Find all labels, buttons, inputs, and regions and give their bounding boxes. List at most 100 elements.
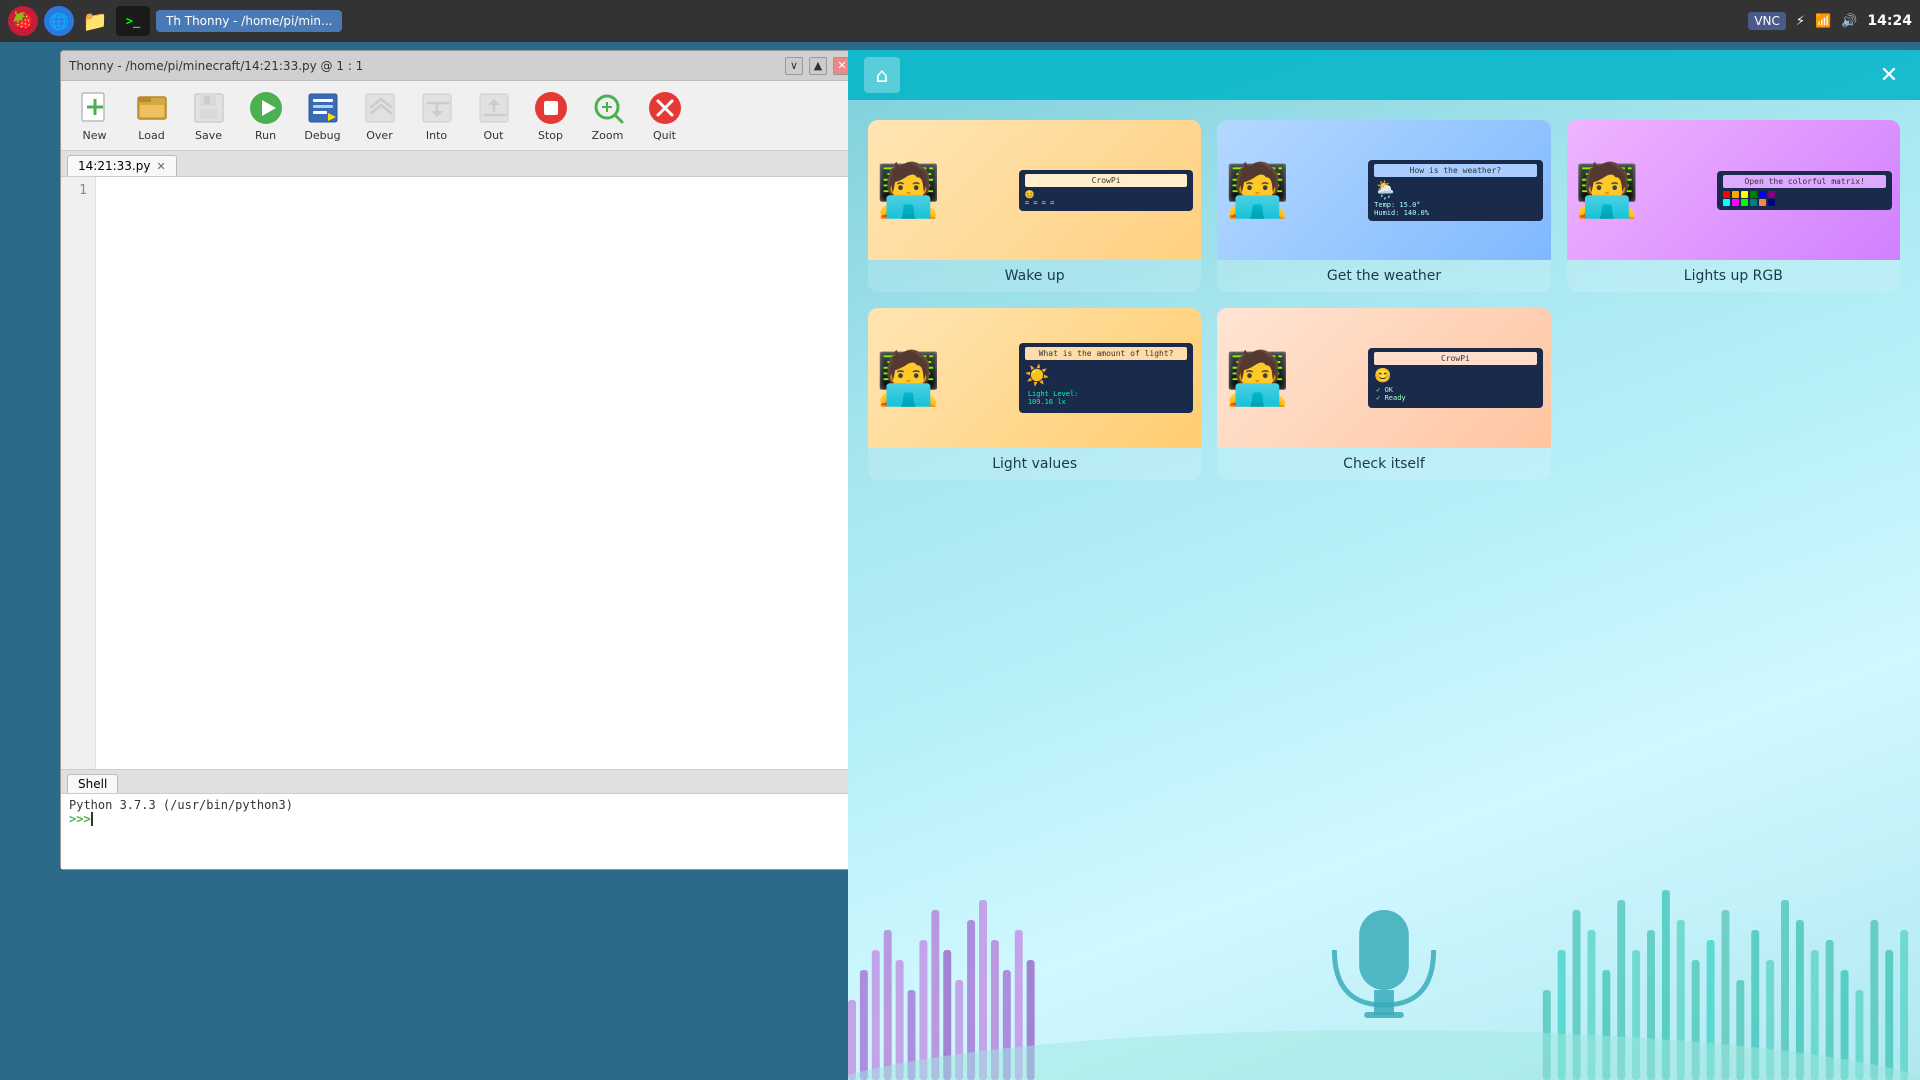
debug-button[interactable]: Debug bbox=[295, 85, 350, 146]
card-check-label: Check itself bbox=[1335, 448, 1433, 480]
card-light-label: Light values bbox=[984, 448, 1085, 480]
weather-char: 🧑‍💻 bbox=[1225, 160, 1290, 221]
stop-button[interactable]: Stop bbox=[523, 85, 578, 146]
quit-label: Quit bbox=[653, 129, 676, 142]
save-button[interactable]: Save bbox=[181, 85, 236, 146]
terminal-symbol: >_ bbox=[126, 14, 140, 28]
into-label: Into bbox=[426, 129, 447, 142]
quit-button[interactable]: Quit bbox=[637, 85, 692, 146]
crowpi-header: ⌂ ✕ bbox=[848, 50, 1920, 100]
rgb-screen: Open the colorful matrix! bbox=[1717, 171, 1892, 210]
close-icon: ✕ bbox=[1880, 63, 1898, 88]
new-button[interactable]: New bbox=[67, 85, 122, 146]
folder-icon[interactable]: 📁 bbox=[80, 6, 110, 36]
shell-cursor: ​ bbox=[91, 812, 93, 826]
tab-bar: 14:21:33.py ✕ bbox=[61, 151, 859, 177]
card-wake-up[interactable]: 🧑‍💻 CrowPi 😊 = = = = Wake up bbox=[868, 120, 1201, 292]
over-button[interactable]: Over bbox=[352, 85, 407, 146]
shell-content[interactable]: Python 3.7.3 (/usr/bin/python3) >>> ​ bbox=[61, 794, 859, 869]
card-weather-image: 🧑‍💻 How is the weather? 🌦️ Temp: 15.0°Hu… bbox=[1217, 120, 1550, 260]
thonny-toolbar: New Load Save bbox=[61, 81, 859, 151]
stop-icon bbox=[532, 89, 570, 127]
card-get-weather[interactable]: 🧑‍💻 How is the weather? 🌦️ Temp: 15.0°Hu… bbox=[1217, 120, 1550, 292]
card-check-itself[interactable]: 🧑‍💻 CrowPi 😊 ✓ OK✓ Ready Check itself bbox=[1217, 308, 1550, 480]
thonny-title: Thonny - /home/pi/minecraft/14:21:33.py … bbox=[69, 59, 363, 73]
thonny-taskbar-label: Th Thonny - /home/pi/min... bbox=[166, 14, 332, 28]
load-button[interactable]: Load bbox=[124, 85, 179, 146]
run-label: Run bbox=[255, 129, 276, 142]
wifi-icon: 📶 bbox=[1815, 14, 1831, 29]
save-label: Save bbox=[195, 129, 222, 142]
thonny-titlebar: Thonny - /home/pi/minecraft/14:21:33.py … bbox=[61, 51, 859, 81]
card-wake-up-image: 🧑‍💻 CrowPi 😊 = = = = bbox=[868, 120, 1201, 260]
line-number-1: 1 bbox=[69, 183, 87, 198]
raspberry-icon[interactable]: 🍓 bbox=[8, 6, 38, 36]
shell-section: Shell Python 3.7.3 (/usr/bin/python3) >>… bbox=[61, 769, 859, 869]
file-tab[interactable]: 14:21:33.py ✕ bbox=[67, 155, 177, 176]
into-icon bbox=[418, 89, 456, 127]
check-char: 🧑‍💻 bbox=[1225, 348, 1290, 409]
load-icon bbox=[133, 89, 171, 127]
card-lights-rgb[interactable]: 🧑‍💻 Open the colorful matrix! bbox=[1567, 120, 1900, 292]
run-icon bbox=[247, 89, 285, 127]
light-screen: What is the amount of light? ☀️ Light Le… bbox=[1019, 343, 1194, 413]
line-numbers: 1 bbox=[61, 177, 96, 769]
shell-prompt: >>> bbox=[69, 812, 91, 826]
over-icon bbox=[361, 89, 399, 127]
shell-tab[interactable]: Shell bbox=[67, 774, 118, 793]
stop-label: Stop bbox=[538, 129, 563, 142]
clock: 14:24 bbox=[1867, 13, 1912, 29]
taskbar: 🍓 🌐 📁 >_ Th Thonny - /home/pi/min... VNC… bbox=[0, 0, 1920, 42]
out-button[interactable]: Out bbox=[466, 85, 521, 146]
taskbar-right-area: VNC ⚡ 📶 🔊 14:24 bbox=[1748, 12, 1912, 30]
tab-label: 14:21:33.py bbox=[78, 159, 150, 173]
vnc-label: VNC bbox=[1748, 12, 1786, 30]
weather-screen: How is the weather? 🌦️ Temp: 15.0°Humid:… bbox=[1368, 160, 1543, 221]
crowpi-home-button[interactable]: ⌂ bbox=[864, 57, 900, 93]
titlebar-collapse-btn[interactable]: ∨ bbox=[785, 57, 803, 75]
bluetooth-icon: ⚡ bbox=[1796, 14, 1805, 29]
wake-up-screen: CrowPi 😊 = = = = bbox=[1019, 170, 1194, 211]
shell-tab-bar: Shell bbox=[61, 770, 859, 794]
editor-area[interactable]: 1 bbox=[61, 177, 859, 769]
light-char: 🧑‍💻 bbox=[876, 348, 941, 409]
zoom-label: Zoom bbox=[592, 129, 624, 142]
thonny-taskbar-button[interactable]: Th Thonny - /home/pi/min... bbox=[156, 10, 342, 32]
python-version: Python 3.7.3 (/usr/bin/python3) bbox=[69, 798, 851, 812]
shell-prompt-line: >>> ​ bbox=[69, 812, 851, 826]
card-light-image: 🧑‍💻 What is the amount of light? ☀️ Ligh… bbox=[868, 308, 1201, 448]
run-button[interactable]: Run bbox=[238, 85, 293, 146]
card-check-image: 🧑‍💻 CrowPi 😊 ✓ OK✓ Ready bbox=[1217, 308, 1550, 448]
save-icon bbox=[190, 89, 228, 127]
check-screen: CrowPi 😊 ✓ OK✓ Ready bbox=[1368, 348, 1543, 408]
titlebar-maximize-btn[interactable]: ▲ bbox=[809, 57, 827, 75]
titlebar-controls: ∨ ▲ ✕ bbox=[785, 57, 851, 75]
debug-label: Debug bbox=[304, 129, 340, 142]
card-weather-label: Get the weather bbox=[1319, 260, 1449, 292]
load-label: Load bbox=[138, 129, 164, 142]
waveform-area bbox=[848, 850, 1920, 1080]
terminal-icon[interactable]: >_ bbox=[116, 6, 150, 36]
zoom-button[interactable]: Zoom bbox=[580, 85, 635, 146]
rgb-char: 🧑‍💻 bbox=[1575, 160, 1640, 221]
card-wake-up-label: Wake up bbox=[997, 260, 1073, 292]
cards-grid: 🧑‍💻 CrowPi 😊 = = = = Wake up 🧑‍💻 How is … bbox=[848, 100, 1920, 500]
thonny-window: Thonny - /home/pi/minecraft/14:21:33.py … bbox=[60, 50, 860, 870]
card-light-values[interactable]: 🧑‍💻 What is the amount of light? ☀️ Ligh… bbox=[868, 308, 1201, 480]
zoom-icon bbox=[589, 89, 627, 127]
new-icon bbox=[76, 89, 114, 127]
over-label: Over bbox=[366, 129, 392, 142]
crowpi-panel: ⌂ ✕ 🧑‍💻 CrowPi 😊 = = = = Wake up bbox=[848, 50, 1920, 1080]
new-label: New bbox=[83, 129, 107, 142]
globe-icon[interactable]: 🌐 bbox=[44, 6, 74, 36]
card-rgb-label: Lights up RGB bbox=[1676, 260, 1791, 292]
into-button[interactable]: Into bbox=[409, 85, 464, 146]
tab-close-btn[interactable]: ✕ bbox=[156, 160, 165, 173]
quit-icon bbox=[646, 89, 684, 127]
debug-icon bbox=[304, 89, 342, 127]
crowpi-close-button[interactable]: ✕ bbox=[1874, 60, 1904, 90]
out-icon bbox=[475, 89, 513, 127]
editor-content[interactable] bbox=[96, 177, 859, 769]
volume-icon: 🔊 bbox=[1841, 14, 1857, 29]
home-icon: ⌂ bbox=[876, 63, 889, 87]
